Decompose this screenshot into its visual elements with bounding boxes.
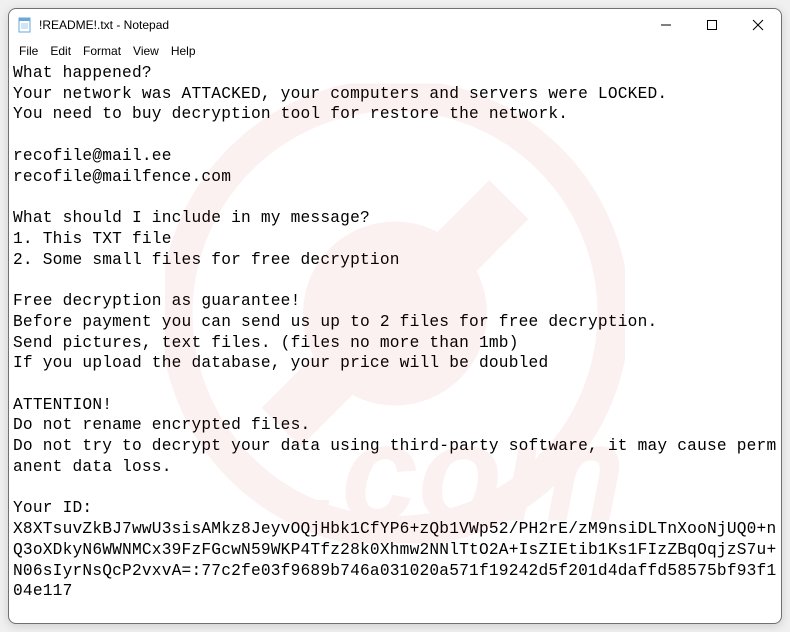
maximize-button[interactable] <box>689 9 735 41</box>
close-button[interactable] <box>735 9 781 41</box>
minimize-button[interactable] <box>643 9 689 41</box>
menu-file[interactable]: File <box>13 42 44 60</box>
menu-help[interactable]: Help <box>165 42 202 60</box>
menu-format[interactable]: Format <box>77 42 127 60</box>
notepad-icon <box>17 17 33 33</box>
titlebar: !README!.txt - Notepad <box>9 9 781 41</box>
notepad-window: !README!.txt - Notepad File Edit Format … <box>8 8 782 624</box>
title-left: !README!.txt - Notepad <box>17 17 169 33</box>
window-controls <box>643 9 781 41</box>
window-title: !README!.txt - Notepad <box>39 18 169 32</box>
menu-view[interactable]: View <box>127 42 165 60</box>
menubar: File Edit Format View Help <box>9 41 781 61</box>
menu-edit[interactable]: Edit <box>44 42 77 60</box>
text-area[interactable]: What happened? Your network was ATTACKED… <box>9 61 781 623</box>
